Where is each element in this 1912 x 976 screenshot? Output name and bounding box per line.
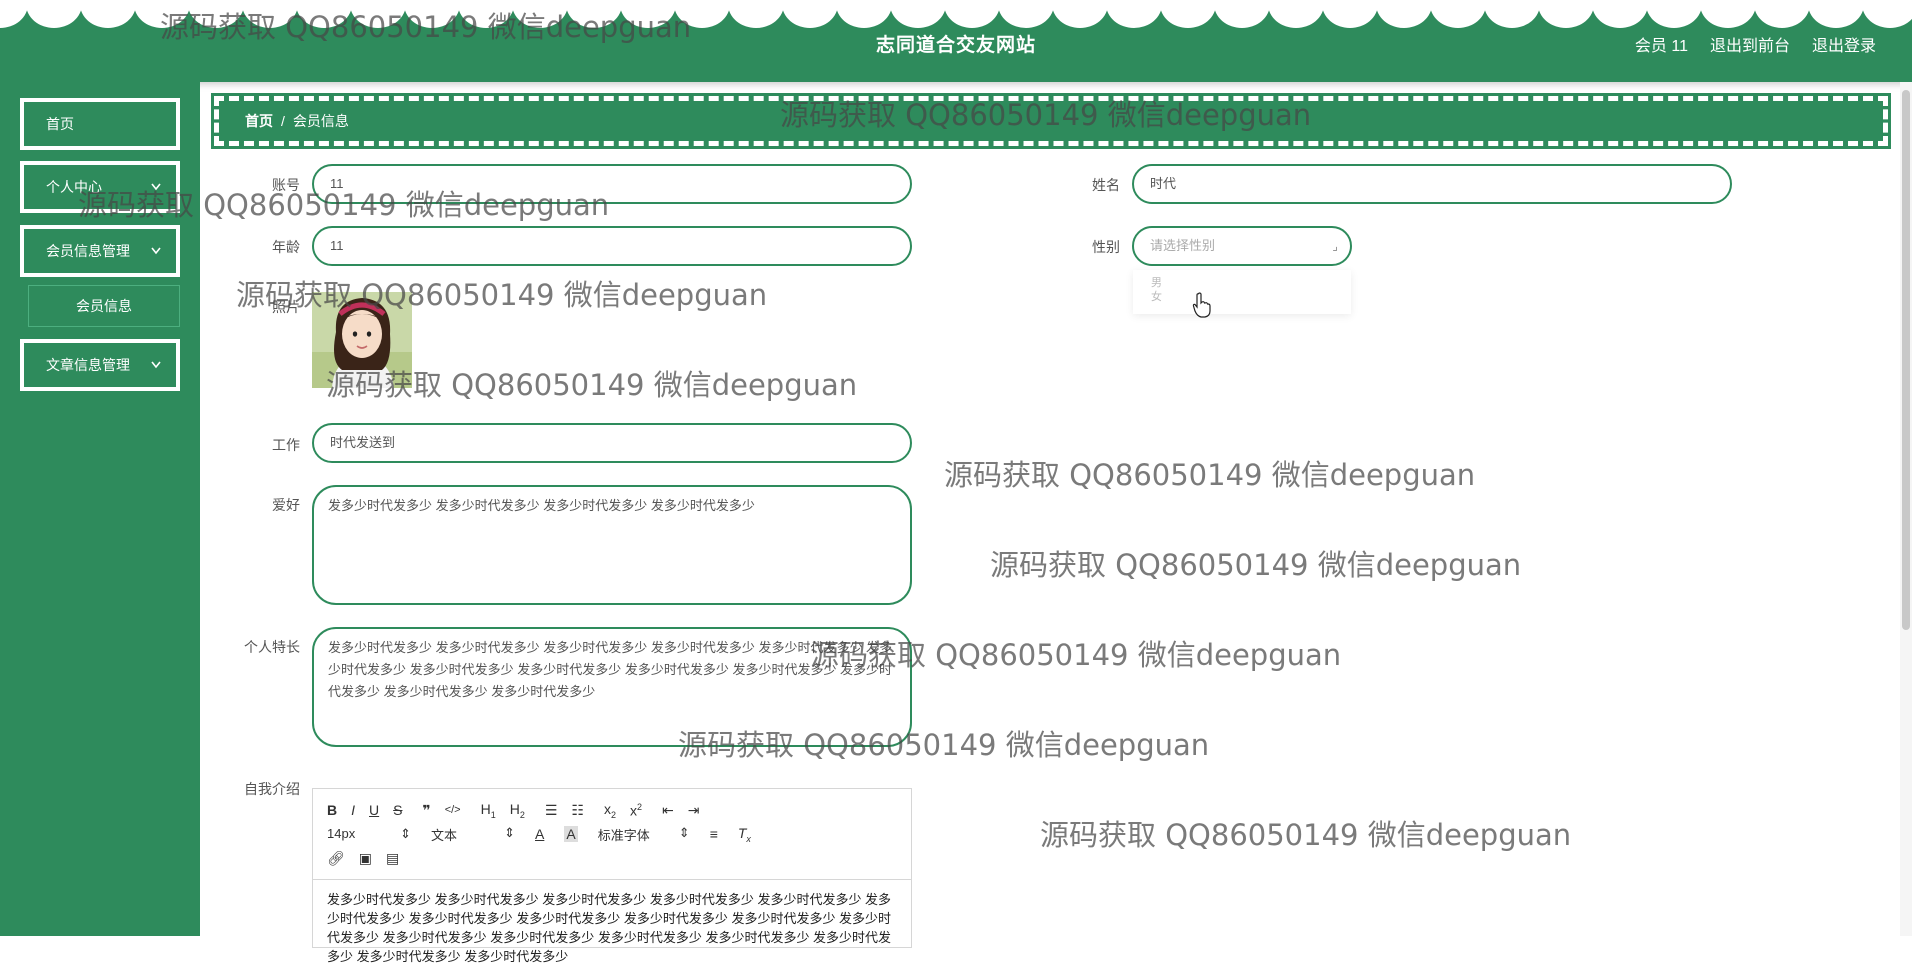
top-header: 志同道合交友网站 会员 11 退出到前台 退出登录 — [0, 0, 1912, 82]
hobby-label: 爱好 — [272, 497, 300, 513]
h2-icon[interactable]: H2 — [510, 801, 525, 820]
age-field[interactable]: 11 — [312, 226, 912, 266]
intro-rich-editor: B I U S ❞ </> H1 H2 ☰ ☷ x2 x2 ⇤ ⇥ 14px ⇕ … — [312, 788, 912, 964]
chevron-down-icon — [150, 165, 162, 227]
gender-option-female[interactable]: 女 — [1151, 290, 1351, 304]
intro-label: 自我介绍 — [244, 781, 300, 797]
sidebar-item-personal-center[interactable]: 个人中心 — [20, 161, 180, 213]
sidebar-item-member-management[interactable]: 会员信息管理 — [20, 225, 180, 277]
sidebar-item-label: 首页 — [46, 116, 74, 132]
breadcrumb: 首页 / 会员信息 — [211, 93, 1891, 149]
watermark-text: 源码获取 QQ86050149 微信deepguan — [1040, 818, 1572, 852]
header-links: 会员 11 退出到前台 退出登录 — [1635, 32, 1876, 56]
chevron-down-icon — [150, 229, 162, 291]
outdent-icon[interactable]: ⇤ — [662, 802, 674, 819]
bullet-list-icon[interactable]: ☷ — [571, 802, 584, 819]
ordered-list-icon[interactable]: ☰ — [545, 802, 558, 819]
clear-format-icon[interactable]: Tx — [738, 825, 751, 844]
hand-cursor-icon — [1192, 292, 1212, 324]
site-title: 志同道合交友网站 — [875, 35, 1036, 56]
age-label: 年龄 — [272, 239, 300, 255]
font-size-value: 14px — [327, 826, 356, 841]
editor-toolbar-row-2: 14px ⇕ 文本 ⇕ A A 标准字体 ⇕ ≡ Tx — [327, 823, 751, 845]
sidebar-item-label: 会员信息管理 — [46, 243, 130, 259]
video-icon[interactable]: ▤ — [386, 850, 399, 867]
font-family-value: 标准字体 — [597, 827, 650, 843]
editor-toolbar-row-3: 🔗︎ ▣ ▤ — [327, 847, 399, 869]
scrollbar-thumb[interactable] — [1902, 90, 1910, 630]
job-label: 工作 — [272, 437, 300, 453]
chevron-down-icon — [150, 343, 162, 405]
breadcrumb-separator: / — [281, 113, 285, 129]
photo-label: 照片 — [272, 299, 300, 315]
link-icon[interactable]: 🔗︎ — [327, 850, 345, 867]
updown-icon: ⇕ — [504, 824, 515, 840]
gender-label: 性别 — [1092, 239, 1120, 255]
account-label: 账号 — [272, 177, 300, 193]
hobby-textarea[interactable]: 发多少时代发多少 发多少时代发多少 发多少时代发多少 发多少时代发多少 — [312, 485, 912, 605]
paragraph-value: 文本 — [431, 827, 458, 843]
italic-icon[interactable]: I — [351, 802, 355, 818]
editor-toolbar-row-1: B I U S ❞ </> H1 H2 ☰ ☷ x2 x2 ⇤ ⇥ — [327, 799, 700, 821]
superscript-icon[interactable]: x2 — [630, 802, 642, 819]
underline-icon[interactable]: U — [369, 802, 379, 818]
indent-icon[interactable]: ⇥ — [688, 802, 700, 819]
align-icon[interactable]: ≡ — [710, 826, 718, 842]
header-scallop-decoration — [0, 0, 1912, 34]
font-family-select[interactable]: 标准字体 ⇕ — [598, 825, 690, 844]
quote-icon[interactable]: ❞ — [422, 802, 430, 819]
back-to-frontend-link[interactable]: 退出到前台 — [1710, 32, 1790, 56]
member-photo — [312, 292, 412, 388]
updown-icon: ⇕ — [400, 826, 411, 841]
breadcrumb-current: 会员信息 — [292, 113, 349, 129]
gender-select[interactable]: 请选择性别 ⌟ — [1132, 226, 1352, 266]
page-scrollbar[interactable] — [1900, 82, 1912, 936]
account-field[interactable]: 11 — [312, 164, 912, 204]
gender-option-male[interactable]: 男 — [1151, 276, 1351, 290]
specialty-textarea[interactable]: 发多少时代发多少 发多少时代发多少 发多少时代发多少 发多少时代发多少 发多少时… — [312, 627, 912, 747]
editor-content[interactable]: 发多少时代发多少 发多少时代发多少 发多少时代发多少 发多少时代发多少 发多少时… — [313, 879, 911, 976]
sidebar-subitem-member-info[interactable]: 会员信息 — [28, 285, 180, 327]
gender-placeholder: 请选择性别 — [1150, 238, 1216, 253]
gender-dropdown: 男 女 — [1133, 270, 1351, 314]
paragraph-select[interactable]: 文本 ⇕ — [431, 825, 515, 844]
watermark-text: 源码获取 QQ86050149 微信deepguan — [990, 548, 1522, 582]
font-size-select[interactable]: 14px ⇕ — [327, 826, 411, 842]
font-color-icon[interactable]: A — [535, 826, 544, 842]
watermark-text: 源码获取 QQ86050149 微信deepguan — [944, 458, 1476, 492]
strike-icon[interactable]: S — [393, 802, 402, 818]
code-icon[interactable]: </> — [445, 804, 461, 816]
background-color-icon[interactable]: A — [564, 826, 578, 842]
sidebar-item-article-management[interactable]: 文章信息管理 — [20, 339, 180, 391]
updown-icon: ⇕ — [678, 824, 690, 840]
job-field[interactable]: 时代发送到 — [312, 423, 912, 463]
sidebar-item-label: 文章信息管理 — [46, 357, 130, 373]
logout-link[interactable]: 退出登录 — [1812, 32, 1876, 56]
bold-icon[interactable]: B — [327, 802, 337, 818]
name-field[interactable]: 时代 — [1132, 164, 1732, 204]
specialty-label: 个人特长 — [244, 639, 300, 655]
sidebar-item-home[interactable]: 首页 — [20, 98, 180, 150]
sidebar-item-label: 会员信息 — [76, 298, 132, 314]
sidebar-item-label: 个人中心 — [46, 179, 102, 195]
current-user-link[interactable]: 会员 11 — [1635, 32, 1688, 56]
image-icon[interactable]: ▣ — [359, 850, 372, 867]
breadcrumb-home[interactable]: 首页 — [245, 113, 273, 129]
name-label: 姓名 — [1092, 177, 1120, 193]
sidebar: 首页 个人中心 会员信息管理 会员信息 文章信息管理 — [0, 82, 200, 936]
h1-icon[interactable]: H1 — [481, 801, 496, 820]
subscript-icon[interactable]: x2 — [604, 801, 616, 820]
select-caret-icon: ⌟ — [1332, 239, 1338, 253]
